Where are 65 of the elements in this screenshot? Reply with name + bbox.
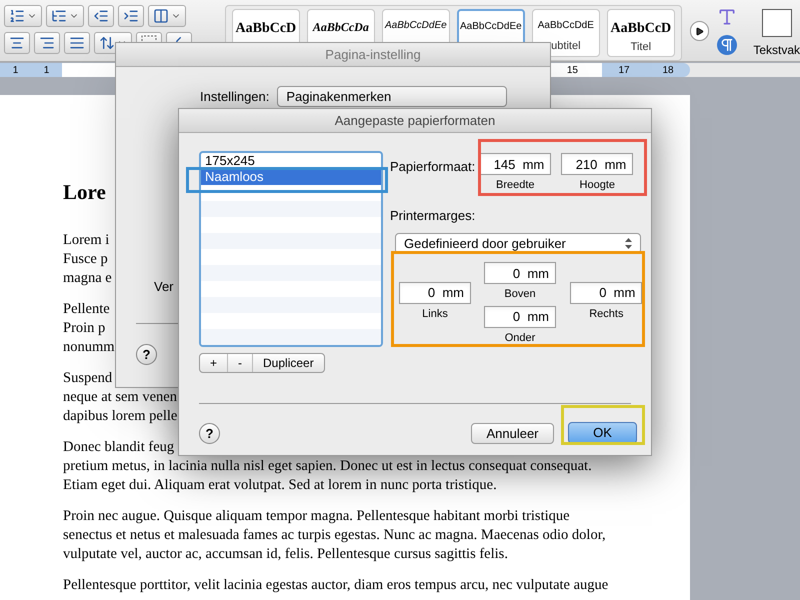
ruler-number: 18 — [662, 64, 674, 77]
number-field[interactable]: 210 mm — [561, 153, 634, 175]
numbered-list-icon — [9, 8, 25, 24]
style-preset[interactable]: AaBbCcD Titel — [606, 9, 675, 57]
increase-indent-icon — [123, 8, 139, 24]
increase-indent-button[interactable] — [118, 5, 144, 27]
decrease-indent-button[interactable] — [88, 5, 114, 27]
paragraph: Suspend neque at sem venen dapibus lorem pelle — [63, 369, 178, 426]
ruler-number: 17 — [618, 64, 630, 77]
text-box-icon — [762, 9, 792, 37]
style-preset[interactable]: AaBbCcDdE ubtitel — [532, 9, 600, 57]
duplicate-button[interactable]: Dupliceer — [253, 354, 324, 372]
field-label: Ver — [154, 278, 174, 296]
stepper-arrows-icon — [625, 238, 632, 249]
number-field[interactable]: 0 mm — [570, 282, 642, 304]
number-field[interactable]: 0 mm — [484, 306, 556, 328]
number-field[interactable]: 145 mm — [479, 153, 552, 175]
multilevel-list-icon — [51, 8, 67, 24]
field-caption: Boven — [504, 287, 536, 302]
justify-button[interactable] — [64, 32, 90, 54]
paragraph: Proin nec augue. Quisque aliquam tempor magna. Pellentesque habitant morbi tristique senectus et netus et malesuada fames ac turpis egestas. Nunc ac magna. Maecenas odio dolor, vulputate vel, auctor ac, accumsan id, felis. Pellentesque cursus sagittis felis. — [63, 507, 606, 564]
ruler-number: 15 — [566, 64, 578, 77]
document-heading: Lore — [63, 183, 106, 202]
field-label: Papierformaat: — [390, 158, 476, 176]
text-box-button[interactable]: Tekstvak — [753, 5, 800, 59]
paragraph: Pellentesque porttitor, velit lacinia egestas auctor, diam eros tempus arcu, nec vulputate augue — [63, 576, 608, 595]
field-label: Instellingen: — [200, 88, 270, 106]
align-center-icon — [9, 35, 25, 51]
play-icon — [695, 26, 704, 36]
justify-icon — [69, 35, 85, 51]
help-button[interactable]: ? — [136, 344, 157, 364]
cancel-button[interactable]: Annuleer — [471, 422, 554, 444]
decrease-indent-icon — [93, 8, 109, 24]
window-title: Aangepaste papierformaten — [334, 112, 496, 130]
help-button[interactable]: ? — [199, 422, 220, 444]
align-right-button[interactable] — [34, 32, 60, 54]
text-effects-icon[interactable] — [717, 7, 738, 27]
align-center-button[interactable] — [4, 32, 30, 54]
field-caption: Onder — [504, 330, 536, 346]
field-caption: Links — [422, 306, 448, 322]
field-label: Printermarges: — [390, 206, 476, 225]
add-button[interactable]: + — [200, 354, 228, 372]
border-icon — [141, 35, 157, 41]
ruler-number: 1 — [44, 64, 50, 77]
list-item[interactable]: Naamloos — [201, 169, 381, 185]
list-item[interactable]: 175x245 — [201, 153, 381, 169]
remove-button[interactable]: - — [228, 354, 254, 372]
field-caption: Hoogte — [580, 178, 615, 193]
field-caption: Rechts — [589, 306, 624, 322]
style-gallery-next-button[interactable] — [690, 21, 710, 41]
paragraph: Pellente Proin p nonumm — [63, 300, 115, 357]
align-right-icon — [39, 35, 55, 51]
numbered-list-button[interactable] — [4, 5, 42, 27]
columns-button[interactable] — [148, 5, 186, 27]
paragraph: Lorem i Fusce p magna e — [63, 231, 112, 288]
ok-button[interactable]: OK — [568, 422, 637, 444]
number-field[interactable]: 0 mm — [399, 282, 471, 304]
columns-icon — [153, 8, 169, 24]
settings-dropdown[interactable]: Paginakenmerken — [277, 86, 508, 107]
line-spacing-icon — [99, 35, 115, 51]
pilcrow-icon[interactable] — [717, 35, 738, 55]
multilevel-list-button[interactable] — [46, 5, 84, 27]
field-caption: Breedte — [496, 178, 535, 193]
number-field[interactable]: 0 mm — [484, 262, 556, 284]
ruler-number: 1 — [12, 64, 18, 77]
